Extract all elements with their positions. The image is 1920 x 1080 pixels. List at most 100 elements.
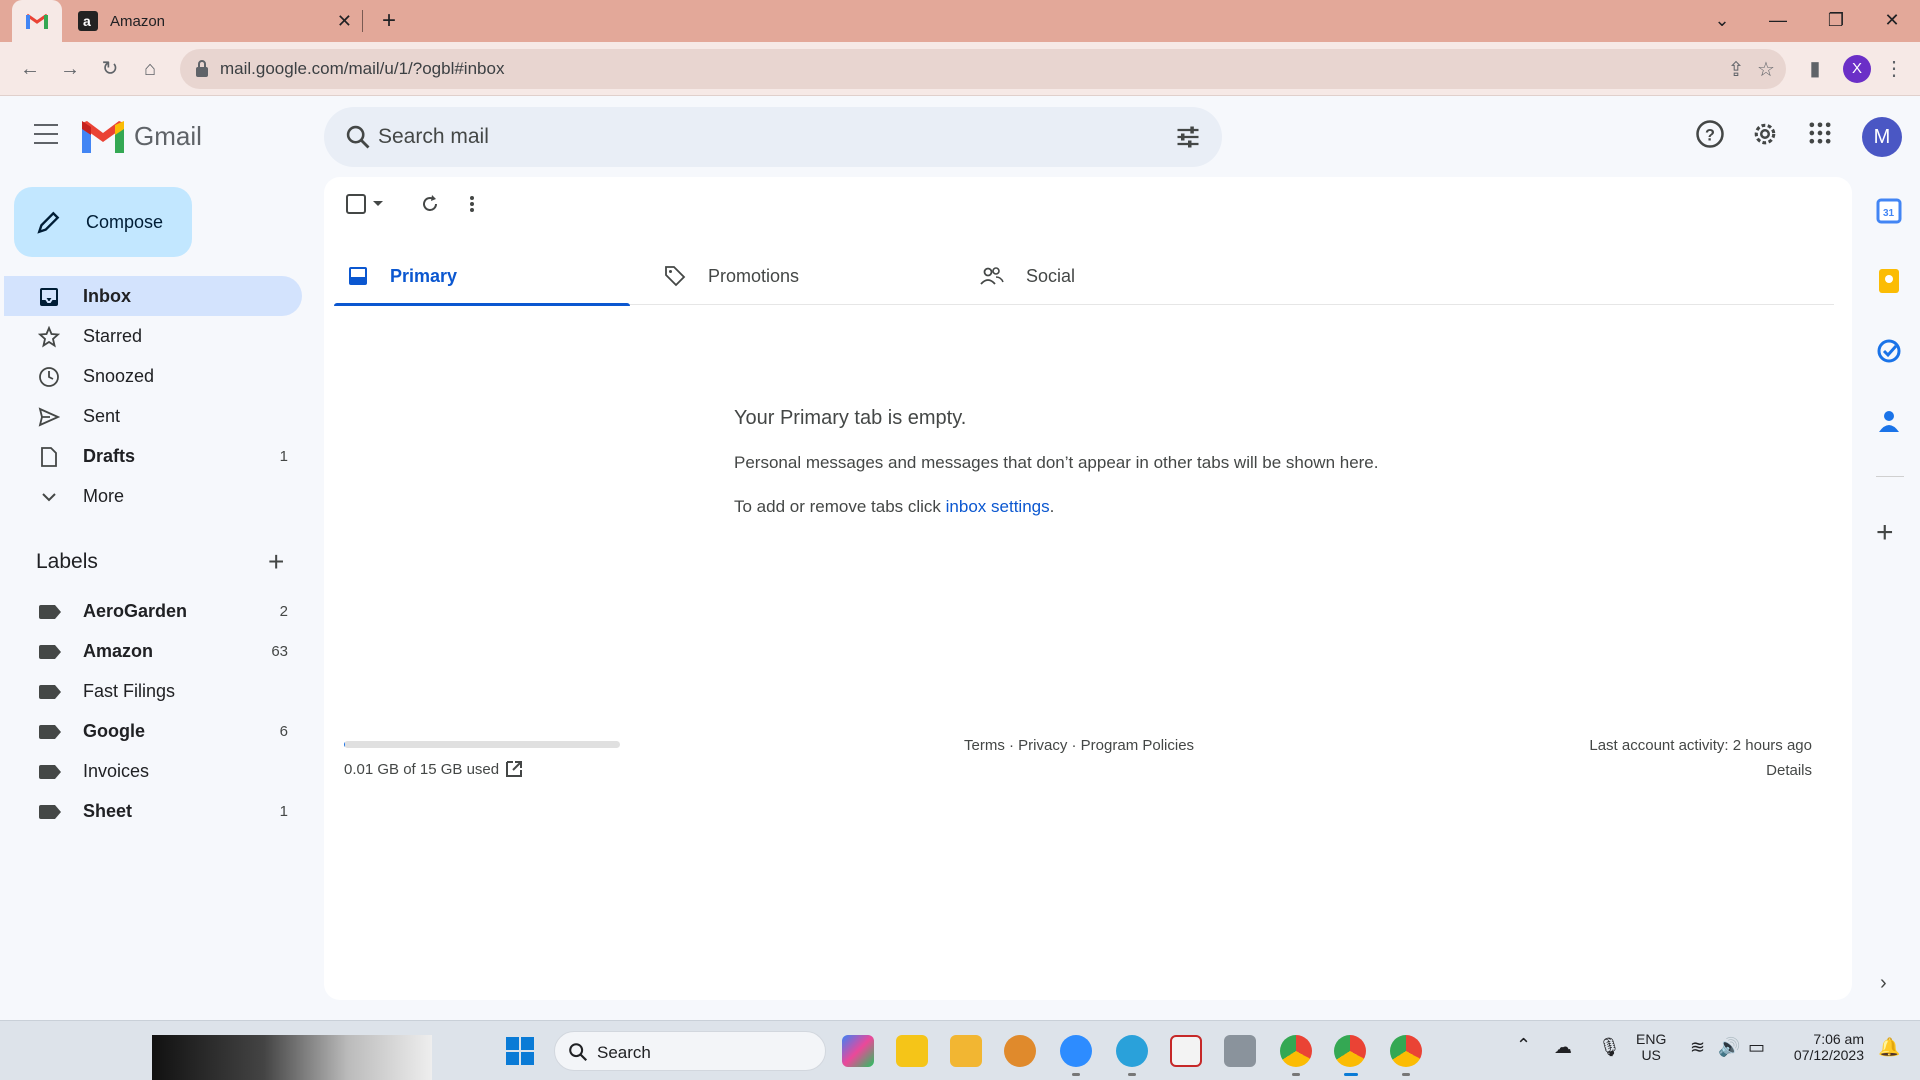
bookmark-star-icon[interactable]: ☆ (1754, 58, 1778, 82)
apps-grid-icon[interactable] (1802, 119, 1838, 155)
tab-gmail[interactable] (12, 0, 62, 42)
widgets-thumbnail[interactable] (152, 1035, 432, 1080)
notification-bell-icon[interactable]: 🔔 (1878, 1037, 1900, 1058)
home-button[interactable]: ⌂ (136, 55, 164, 83)
select-dropdown-icon[interactable] (372, 199, 384, 209)
details-link[interactable]: Details (1766, 762, 1812, 779)
minimize-button[interactable]: — (1760, 6, 1796, 34)
search-options-icon[interactable] (1174, 123, 1202, 151)
keep-icon[interactable] (1876, 268, 1902, 294)
more-options-icon[interactable] (468, 194, 476, 214)
gmail-logo-icon (82, 121, 124, 153)
sidebar-item-inbox[interactable]: Inbox (4, 276, 302, 316)
show-side-panel-icon[interactable]: › (1880, 972, 1887, 995)
telegram-app-icon[interactable] (1116, 1035, 1148, 1067)
tab-primary[interactable]: Primary (334, 247, 650, 306)
select-all-checkbox[interactable] (346, 194, 366, 214)
copilot-app-icon[interactable] (842, 1035, 874, 1067)
help-icon[interactable]: ? (1692, 119, 1728, 155)
search-bar[interactable]: Search mail (324, 107, 1222, 167)
running-indicator (1402, 1073, 1410, 1076)
sidebar-item-sent[interactable]: Sent (4, 396, 302, 436)
search-input[interactable]: Search mail (378, 125, 489, 149)
battery-icon[interactable]: ▭ (1748, 1037, 1765, 1058)
star-icon (38, 326, 60, 348)
address-bar[interactable]: mail.google.com/mail/u/1/?ogbl#inbox ⇪ ☆ (180, 49, 1786, 89)
refresh-icon[interactable] (420, 194, 440, 214)
chrome-profile-2-app-icon[interactable] (1390, 1035, 1422, 1067)
tab-search-icon[interactable]: ⌄ (1704, 6, 1740, 34)
app-icon[interactable] (1004, 1035, 1036, 1067)
search-icon[interactable] (344, 123, 372, 151)
windows-start-icon[interactable] (506, 1037, 534, 1065)
sidebar-item-more[interactable]: More (4, 476, 302, 516)
sidebar-item-snoozed[interactable]: Snoozed (4, 356, 302, 396)
tab-social[interactable]: Social (966, 247, 1282, 305)
svg-text:a: a (83, 13, 91, 29)
forward-button[interactable]: → (56, 55, 84, 83)
gmail-logo-text: Gmail (134, 121, 202, 151)
inbox-settings-link[interactable]: inbox settings (946, 497, 1050, 516)
restore-button[interactable]: ❐ (1818, 6, 1854, 34)
back-button[interactable]: ← (16, 55, 44, 83)
settings-gear-icon[interactable] (1747, 119, 1783, 155)
volume-icon[interactable]: 🔊 (1718, 1037, 1740, 1058)
sticky-notes-app-icon[interactable] (896, 1035, 928, 1067)
label-item-google[interactable]: Google 6 (4, 712, 302, 752)
side-panel-divider (1876, 476, 1904, 477)
sidebar-item-starred[interactable]: Starred (4, 316, 302, 356)
sidebar-item-count: 1 (279, 448, 288, 465)
last-activity-text: Last account activity: 2 hours ago (1589, 737, 1812, 754)
label-tag-icon (39, 805, 61, 819)
tray-overflow-icon[interactable]: ⌃ (1516, 1035, 1531, 1056)
snipping-tool-app-icon[interactable] (1170, 1035, 1202, 1067)
category-tabs: Primary Promotions Social (334, 247, 1834, 306)
get-addons-button[interactable]: + (1876, 518, 1894, 548)
browser-profile-avatar[interactable]: X (1843, 55, 1871, 83)
calculator-app-icon[interactable] (1224, 1035, 1256, 1067)
sidebar-item-label: Sent (83, 406, 121, 426)
browser-tabstrip: a Amazon ✕ + ⌄ — ❐ ✕ (0, 0, 1920, 42)
close-window-button[interactable]: ✕ (1874, 6, 1910, 34)
create-label-button[interactable]: + (268, 548, 284, 576)
label-item-fast-filings[interactable]: Fast Filings (4, 672, 302, 712)
url-text: mail.google.com/mail/u/1/?ogbl#inbox (220, 59, 505, 78)
share-icon[interactable]: ⇪ (1724, 58, 1748, 82)
file-explorer-app-icon[interactable] (950, 1035, 982, 1067)
zoom-app-icon[interactable] (1060, 1035, 1092, 1067)
label-item-amazon[interactable]: Amazon 63 (4, 632, 302, 672)
account-avatar[interactable]: M (1862, 117, 1902, 157)
send-icon (38, 407, 60, 427)
pencil-icon (37, 211, 60, 234)
clock[interactable]: 7:06 am 07/12/2023 (1788, 1031, 1864, 1063)
tab-amazon[interactable]: a Amazon ✕ (66, 0, 356, 42)
footer-links[interactable]: Terms · Privacy · Program Policies (964, 737, 1194, 754)
compose-button[interactable]: Compose (14, 187, 192, 257)
chrome-profile-x-app-icon[interactable] (1334, 1035, 1366, 1067)
onedrive-icon[interactable]: ☁ (1554, 1037, 1572, 1058)
microphone-icon[interactable]: 🎙 (1598, 1037, 1621, 1058)
label-item-sheet[interactable]: Sheet 1 (4, 792, 302, 832)
main-menu-icon[interactable] (34, 124, 62, 148)
label-item-invoices[interactable]: Invoices (4, 752, 302, 792)
tab-label: Social (1026, 265, 1076, 286)
taskbar-search[interactable]: Search (554, 1031, 826, 1071)
contacts-icon[interactable] (1876, 408, 1902, 434)
wifi-icon[interactable]: ≋ (1690, 1037, 1705, 1058)
new-tab-button[interactable]: + (376, 8, 402, 34)
reload-button[interactable]: ↻ (96, 55, 124, 83)
calendar-icon[interactable]: 31 (1876, 198, 1902, 224)
clock-time: 7:06 am (1813, 1031, 1864, 1047)
tab-promotions[interactable]: Promotions (650, 247, 966, 305)
language-indicator[interactable]: ENG US (1636, 1031, 1666, 1063)
close-tab-icon[interactable]: ✕ (337, 11, 352, 32)
hint-suffix: . (1049, 497, 1055, 516)
side-panel-icon[interactable]: ▮ (1801, 55, 1829, 83)
chrome-app-icon[interactable] (1280, 1035, 1312, 1067)
label-item-aerogarden[interactable]: AeroGarden 2 (4, 592, 302, 632)
external-link-icon[interactable] (504, 759, 524, 779)
browser-menu-icon[interactable]: ⋮ (1880, 55, 1908, 83)
tasks-icon[interactable] (1876, 338, 1902, 364)
tag-icon (665, 266, 686, 287)
sidebar-item-drafts[interactable]: Drafts 1 (4, 436, 302, 476)
